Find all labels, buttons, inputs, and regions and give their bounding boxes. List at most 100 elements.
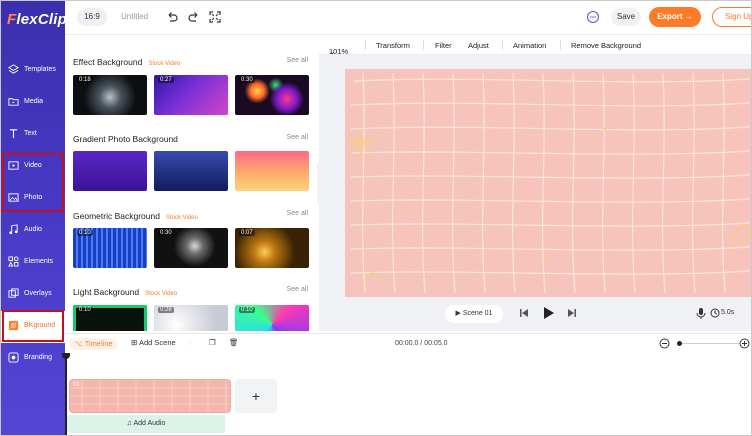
zoom-in-icon[interactable] xyxy=(739,338,750,349)
scene-duration[interactable]: 5.0s xyxy=(721,309,734,316)
elements-icon xyxy=(8,256,19,267)
music-icon xyxy=(9,224,18,235)
timeline-toggle[interactable]: ⌥ Timeline xyxy=(69,338,118,350)
folder-icon xyxy=(8,98,19,106)
zoom-out-icon[interactable] xyxy=(659,338,670,349)
scene-selector[interactable]: ▶ Scene 01 xyxy=(445,305,503,323)
add-audio-button[interactable]: ♫ Add Audio xyxy=(67,415,225,433)
zoom-slider-track[interactable] xyxy=(677,343,739,344)
sidebar-item-label: Elements xyxy=(24,258,54,265)
divider xyxy=(502,40,503,50)
sidebar-item-elements[interactable]: Elements xyxy=(1,247,65,279)
section-title-light: Light Background Stock Video xyxy=(73,287,178,297)
sidebar-item-text[interactable]: Text xyxy=(1,119,65,151)
stock-video-tag: Stock Video xyxy=(145,291,178,297)
redo-icon[interactable] xyxy=(187,10,201,24)
geometric-thumb-2[interactable]: 0:30 xyxy=(154,228,228,268)
editor-toolbar: 101% ⌄ Transform Filter Adjust Animation… xyxy=(319,35,751,56)
add-scene-button[interactable]: ⊞ Add Scene xyxy=(131,338,176,350)
text-icon xyxy=(9,129,18,139)
section-title-effect: Effect Background Stock Video xyxy=(73,57,181,67)
sidebar-item-audio[interactable]: Audio xyxy=(1,215,65,247)
adjust-button[interactable]: Adjust xyxy=(468,41,489,50)
preview-stage: ▶ Scene 01 5.0s xyxy=(319,55,751,331)
transform-button[interactable]: Transform xyxy=(376,41,410,50)
clip-number: 01 xyxy=(73,382,80,388)
timeline-icon: ⌥ xyxy=(74,339,85,348)
sidebar-item-label: Branding xyxy=(24,354,53,361)
duplicate-icon[interactable]: ❐ xyxy=(209,338,216,350)
export-button[interactable]: Export → xyxy=(649,7,701,27)
divider xyxy=(365,40,366,50)
see-all-link[interactable]: See all xyxy=(287,57,308,64)
light-thumb-3[interactable]: 0:10 xyxy=(235,305,309,331)
player-controls: ▶ Scene 01 5.0s xyxy=(319,299,751,331)
stock-video-tag: Stock Video xyxy=(165,215,198,221)
geometric-thumb-3[interactable]: 0:07 xyxy=(235,228,309,268)
project-title[interactable]: Untitled xyxy=(121,12,148,21)
effect-thumb-2[interactable]: 0:27 xyxy=(154,75,228,115)
sidebar-item-branding[interactable]: Branding xyxy=(1,343,65,375)
filter-button[interactable]: Filter xyxy=(435,41,452,50)
stock-video-tag: Stock Video xyxy=(148,61,181,67)
branding-icon xyxy=(8,352,19,363)
remove-background-button[interactable]: Remove Background xyxy=(571,41,641,50)
effect-thumb-3[interactable]: 0:30 xyxy=(235,75,309,115)
highlight-video-photo xyxy=(2,153,64,212)
playhead[interactable] xyxy=(65,353,67,435)
flexclip-editor: FlexClip Templates Media Text Video Phot… xyxy=(0,0,752,436)
zoom-slider-handle[interactable] xyxy=(677,341,682,346)
sidebar-item-label: Text xyxy=(24,130,37,137)
overlays-icon xyxy=(8,288,19,298)
light-thumb-2[interactable]: 0:28 xyxy=(154,305,228,331)
plus-square-icon: ⊞ xyxy=(131,338,139,347)
timeline-tracks: 01 + ♫ Add Audio xyxy=(65,353,751,435)
add-clip-button[interactable]: + xyxy=(235,379,277,413)
see-all-link[interactable]: See all xyxy=(287,134,308,141)
top-bar: 16:9 Untitled Save Export → Sign Up xyxy=(65,1,751,35)
video-canvas[interactable] xyxy=(345,69,751,297)
divider xyxy=(560,40,561,50)
scene-clip[interactable]: 01 xyxy=(69,379,231,413)
background-panel: Effect Background Stock Video See all 0:1… xyxy=(65,35,317,331)
save-button[interactable]: Save xyxy=(611,8,641,26)
clip-thumbnail xyxy=(70,380,230,412)
light-thumb-1[interactable]: 0:10 xyxy=(73,305,147,331)
play-icon[interactable] xyxy=(543,306,555,320)
undo-icon[interactable] xyxy=(165,10,179,24)
app-logo[interactable]: FlexClip xyxy=(7,11,67,28)
skip-forward-icon[interactable] xyxy=(567,308,577,318)
delete-icon[interactable]: 🗑 xyxy=(229,338,239,350)
split-icon[interactable]: ⫶ xyxy=(189,338,191,350)
layers-icon xyxy=(8,64,19,74)
signup-button[interactable]: Sign Up xyxy=(712,7,751,27)
animation-button[interactable]: Animation xyxy=(513,41,546,50)
clock-icon xyxy=(710,308,720,318)
sidebar-item-label: Templates xyxy=(24,66,56,73)
aspect-ratio-button[interactable]: 16:9 xyxy=(77,8,107,26)
skip-back-icon[interactable] xyxy=(519,308,529,318)
see-all-link[interactable]: See all xyxy=(287,286,308,293)
dots-decoration xyxy=(403,127,647,261)
timecode: 00:00.0 / 00:05.0 xyxy=(395,340,448,347)
chat-icon[interactable] xyxy=(586,10,600,24)
sidebar-item-overlays[interactable]: Overlays xyxy=(1,279,65,311)
geometric-thumb-1[interactable]: 0:10 xyxy=(73,228,147,268)
sidebar: FlexClip Templates Media Text Video Phot… xyxy=(1,1,67,435)
fullscreen-icon[interactable] xyxy=(208,10,222,24)
highlight-bkground xyxy=(2,310,64,342)
play-small-icon: ▶ xyxy=(455,310,463,317)
microphone-icon[interactable] xyxy=(696,307,706,319)
section-title-gradient: Gradient Photo Background xyxy=(73,134,178,144)
gradient-thumb-1[interactable] xyxy=(73,151,147,191)
effect-thumb-1[interactable]: 0:18 xyxy=(73,75,147,115)
section-title-geometric: Geometric Background Stock Video xyxy=(73,211,198,221)
sidebar-item-templates[interactable]: Templates xyxy=(1,55,65,87)
see-all-link[interactable]: See all xyxy=(287,210,308,217)
sidebar-item-label: Media xyxy=(24,98,44,105)
gradient-thumb-3[interactable] xyxy=(235,151,309,191)
gradient-thumb-2[interactable] xyxy=(154,151,228,191)
timeline-toolbar: ⌥ Timeline ⊞ Add Scene ⫶ ❐ 🗑 00:00.0 / 0… xyxy=(65,333,751,353)
divider xyxy=(423,40,424,50)
sidebar-item-media[interactable]: Media xyxy=(1,87,65,119)
